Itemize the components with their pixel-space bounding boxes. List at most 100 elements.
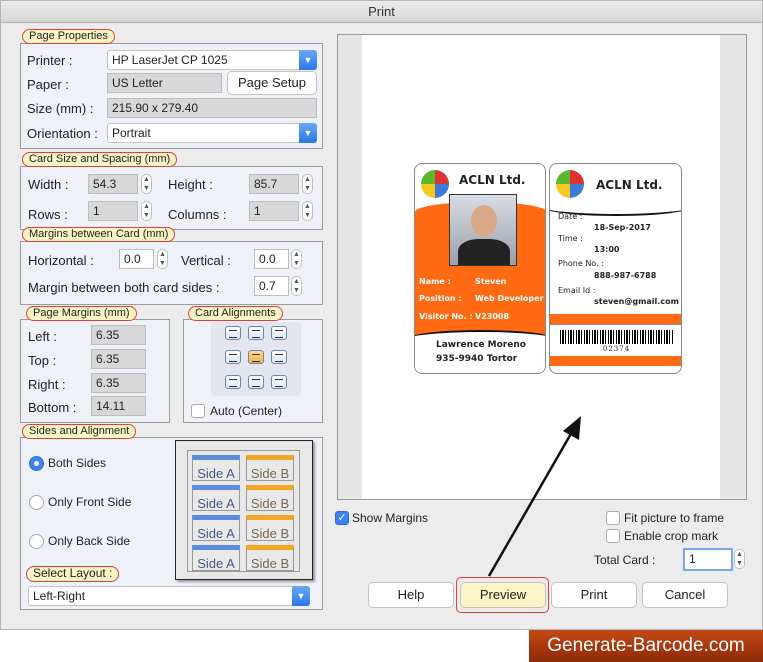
paper-label: Paper : <box>27 77 69 92</box>
total-card-stepper[interactable]: ▲ ▼ <box>734 549 745 569</box>
barcode-text: 02374 <box>602 345 631 353</box>
footer-name: Lawrence Moreno <box>436 340 526 350</box>
bottom-margin-label: Bottom : <box>28 400 77 415</box>
vertical-stepper[interactable]: ▲ ▼ <box>291 249 302 269</box>
align-middle-left-icon[interactable] <box>225 350 241 364</box>
both-sides-margin-stepper[interactable]: ▲ ▼ <box>291 276 302 296</box>
time-value: 13:00 <box>594 245 620 254</box>
width-stepper[interactable]: ▲ ▼ <box>141 174 152 194</box>
annotation-arrow <box>487 416 581 577</box>
front-side-label: Only Front Side <box>48 495 132 509</box>
horizontal-input[interactable]: 0.0 <box>119 249 154 269</box>
both-sides-radio[interactable] <box>29 456 44 471</box>
name-label: Name : <box>419 277 451 286</box>
height-stepper[interactable]: ▲ ▼ <box>302 174 313 194</box>
width-label: Width : <box>28 177 69 192</box>
printer-value: HP LaserJet CP 1025 <box>112 53 228 67</box>
align-top-right-icon[interactable] <box>271 326 287 340</box>
crop-mark-label: Enable crop mark <box>624 529 719 543</box>
window-title: Print <box>1 1 762 23</box>
left-margin-input[interactable]: 6.35 <box>91 325 146 345</box>
crop-mark-checkbox[interactable] <box>606 529 620 543</box>
size-label: Size (mm) : <box>27 101 94 116</box>
page-setup-button[interactable]: Page Setup <box>227 71 317 95</box>
phone-value: 888-987-6788 <box>594 271 657 280</box>
side-b-tile: Side B <box>246 485 294 511</box>
preview-button[interactable]: Preview <box>460 582 546 608</box>
name-value: Steven <box>475 277 507 286</box>
date-label: Date : <box>558 212 583 221</box>
visitor-label: Visitor No. : <box>419 312 473 321</box>
vertical-input[interactable]: 0.0 <box>254 249 289 269</box>
id-card-front: ACLN Ltd. Name : Steven Position : Web D… <box>414 163 546 374</box>
layout-value: Left-Right <box>33 589 86 603</box>
top-margin-input[interactable]: 6.35 <box>91 349 146 369</box>
height-label: Height : <box>168 177 213 192</box>
left-margin-label: Left : <box>28 329 57 344</box>
print-dialog: Print Page Properties Printer : HP Laser… <box>0 0 763 630</box>
layout-select[interactable]: Left-Right ▼ <box>28 586 310 606</box>
card-size-legend: Card Size and Spacing (mm) <box>22 152 178 167</box>
columns-input[interactable]: 1 <box>249 201 299 221</box>
cancel-button[interactable]: Cancel <box>642 582 728 608</box>
back-company-name: ACLN Ltd. <box>596 178 663 192</box>
bottom-margin-input[interactable]: 14.11 <box>91 396 146 416</box>
show-margins-checkbox[interactable]: ✓ <box>335 511 349 525</box>
orientation-select[interactable]: Portrait ▼ <box>107 123 317 143</box>
width-input[interactable]: 54.3 <box>88 174 138 194</box>
barcode <box>560 330 673 344</box>
printer-select[interactable]: HP LaserJet CP 1025 ▼ <box>107 50 317 70</box>
chevron-down-icon: ▼ <box>299 123 317 143</box>
align-bottom-left-icon[interactable] <box>225 375 241 389</box>
company-logo <box>421 170 449 198</box>
page-margins-legend: Page Margins (mm) <box>26 306 137 321</box>
align-middle-right-icon[interactable] <box>271 350 287 364</box>
front-side-radio[interactable] <box>29 495 44 510</box>
right-margin-input[interactable]: 6.35 <box>91 373 146 393</box>
email-value: steven@gmail.com <box>594 297 679 306</box>
height-input[interactable]: 85.7 <box>249 174 299 194</box>
position-label: Position : <box>419 294 462 303</box>
print-button[interactable]: Print <box>551 582 637 608</box>
auto-center-checkbox[interactable] <box>191 404 205 418</box>
align-top-left-icon[interactable] <box>225 326 241 340</box>
back-side-radio[interactable] <box>29 534 44 549</box>
size-field: 215.90 x 279.40 <box>107 98 317 118</box>
side-a-tile: Side A <box>192 515 240 541</box>
fit-picture-label: Fit picture to frame <box>624 511 725 525</box>
rows-stepper[interactable]: ▲ ▼ <box>141 201 152 221</box>
side-a-tile: Side A <box>192 545 240 571</box>
horizontal-stepper[interactable]: ▲ ▼ <box>157 249 168 269</box>
help-button[interactable]: Help <box>368 582 454 608</box>
time-label: Time : <box>558 234 583 243</box>
align-top-center-icon[interactable] <box>248 326 264 340</box>
right-margin-label: Right : <box>28 377 66 392</box>
layout-preview: Side A Side B Side A Side B Side A Side … <box>175 440 313 580</box>
orientation-value: Portrait <box>112 126 151 140</box>
page-properties-legend: Page Properties <box>22 29 115 44</box>
back-side-label: Only Back Side <box>48 534 131 548</box>
auto-center-label: Auto (Center) <box>210 404 283 418</box>
select-layout-label: Select Layout : <box>26 566 120 582</box>
email-label: Email Id : <box>558 286 596 295</box>
orientation-label: Orientation : <box>27 126 98 141</box>
align-bottom-center-icon[interactable] <box>248 375 264 389</box>
margins-between-legend: Margins between Card (mm) <box>22 227 176 242</box>
sides-legend: Sides and Alignment <box>22 424 137 439</box>
rows-input[interactable]: 1 <box>88 201 138 221</box>
id-card-back: ACLN Ltd. Date : 18-Sep-2017 Time : 13:0… <box>549 163 682 374</box>
horizontal-label: Horizontal : <box>28 253 94 268</box>
total-card-input[interactable]: 1 <box>683 548 733 571</box>
alignment-grid <box>211 322 301 396</box>
front-company-name: ACLN Ltd. <box>459 173 526 187</box>
columns-stepper[interactable]: ▲ ▼ <box>302 201 313 221</box>
align-middle-center-icon[interactable] <box>248 350 264 364</box>
visitor-value: V23008 <box>475 312 510 321</box>
phone-label: Phone No. : <box>558 259 604 268</box>
side-b-tile: Side B <box>246 545 294 571</box>
position-value: Web Developer <box>475 294 544 303</box>
align-bottom-right-icon[interactable] <box>271 375 287 389</box>
both-sides-margin-input[interactable]: 0.7 <box>254 276 289 296</box>
columns-label: Columns : <box>168 207 227 222</box>
fit-picture-checkbox[interactable] <box>606 511 620 525</box>
